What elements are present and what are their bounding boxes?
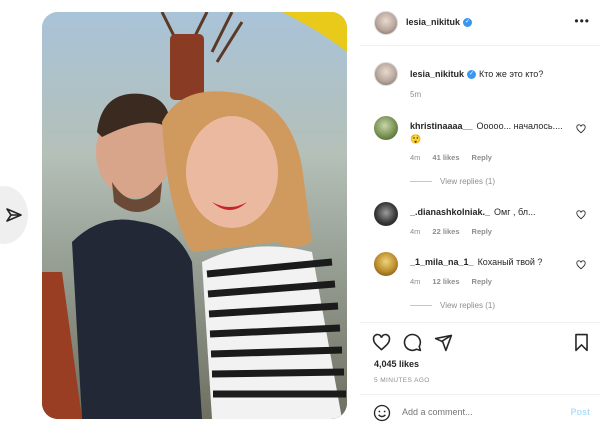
reply-button[interactable]: Reply xyxy=(472,153,492,162)
commenter-username[interactable]: khristinaaaa__ xyxy=(410,121,473,131)
commenter-username[interactable]: _.dianashkolniak._ xyxy=(410,207,490,217)
heart-icon[interactable] xyxy=(576,210,586,220)
action-icons xyxy=(372,333,453,352)
comment-time: 4m xyxy=(410,227,421,236)
caption-avatar[interactable] xyxy=(374,62,398,86)
share-icon[interactable] xyxy=(434,333,453,352)
commenter-avatar[interactable] xyxy=(374,116,398,140)
comment-likes[interactable]: 22 likes xyxy=(432,227,459,236)
commenter-avatar[interactable] xyxy=(374,252,398,276)
prev-post-button[interactable] xyxy=(0,186,28,244)
heart-icon[interactable] xyxy=(372,333,391,352)
add-comment-input[interactable] xyxy=(402,407,552,417)
view-replies-button[interactable]: View replies (1) xyxy=(410,177,495,186)
caption-username[interactable]: lesia_nikituk xyxy=(410,69,464,79)
post-photo xyxy=(42,12,347,419)
comment-likes[interactable]: 41 likes xyxy=(432,153,459,162)
caption-line: lesia_nikituk ✓ Кто же это кто? xyxy=(410,69,543,79)
comment-icon[interactable] xyxy=(403,333,422,352)
add-comment-row: Post xyxy=(360,394,600,429)
verified-badge-icon: ✓ xyxy=(463,17,473,27)
next-arrow-icon xyxy=(6,208,22,222)
more-options-icon[interactable]: ••• xyxy=(574,14,590,28)
heart-icon[interactable] xyxy=(576,124,586,134)
post-comment-button[interactable]: Post xyxy=(570,407,590,417)
reply-button[interactable]: Reply xyxy=(472,277,492,286)
comment-meta: 4m 12 likes Reply xyxy=(410,277,492,286)
caption-text: Кто же это кто? xyxy=(479,69,544,79)
comment-text: _1_mila_na_1_ Коханый твой ? xyxy=(410,256,570,269)
comment-body: Омг , бл... xyxy=(494,207,536,217)
comment-likes[interactable]: 12 likes xyxy=(432,277,459,286)
post-header: lesia_nikituk ✓ ••• xyxy=(360,0,600,46)
comment-text: _.dianashkolniak._ Омг , бл... xyxy=(410,206,570,219)
reply-button[interactable]: Reply xyxy=(472,227,492,236)
author-avatar[interactable] xyxy=(374,11,398,35)
caption-time: 5m xyxy=(410,90,422,99)
likes-count[interactable]: 4,045 likes xyxy=(374,359,419,369)
commenter-username[interactable]: _1_mila_na_1_ xyxy=(410,257,474,267)
comment-time: 4m xyxy=(410,153,421,162)
bookmark-icon[interactable] xyxy=(573,333,590,352)
comment-body: Коханый твой ? xyxy=(477,257,543,267)
view-replies-button[interactable]: View replies (1) xyxy=(410,301,495,310)
verified-badge-icon: ✓ xyxy=(467,69,477,79)
author-name-row: lesia_nikituk ✓ xyxy=(406,17,473,27)
reply-divider xyxy=(410,181,432,182)
instagram-post-view: lesia_nikituk ✓ ••• lesia_nikituk ✓ Кто … xyxy=(0,0,600,429)
comment-time: 4m xyxy=(410,277,421,286)
post-actions: 4,045 likes 5 MINUTES AGO Post xyxy=(360,322,600,429)
comment-meta: 4m 22 likes Reply xyxy=(410,227,492,236)
author-username[interactable]: lesia_nikituk xyxy=(406,17,460,27)
view-replies-label: View replies (1) xyxy=(440,177,495,186)
post-details-panel: lesia_nikituk ✓ ••• lesia_nikituk ✓ Кто … xyxy=(360,0,600,429)
emoji-icon[interactable] xyxy=(373,404,391,422)
view-replies-label: View replies (1) xyxy=(440,301,495,310)
comment-meta: 4m 41 likes Reply xyxy=(410,153,492,162)
reply-divider xyxy=(410,305,432,306)
comment-text: khristinaaaa__ Ооооо... началось....😲 xyxy=(410,120,570,146)
post-timestamp: 5 MINUTES AGO xyxy=(374,377,430,384)
heart-icon[interactable] xyxy=(576,260,586,270)
commenter-avatar[interactable] xyxy=(374,202,398,226)
